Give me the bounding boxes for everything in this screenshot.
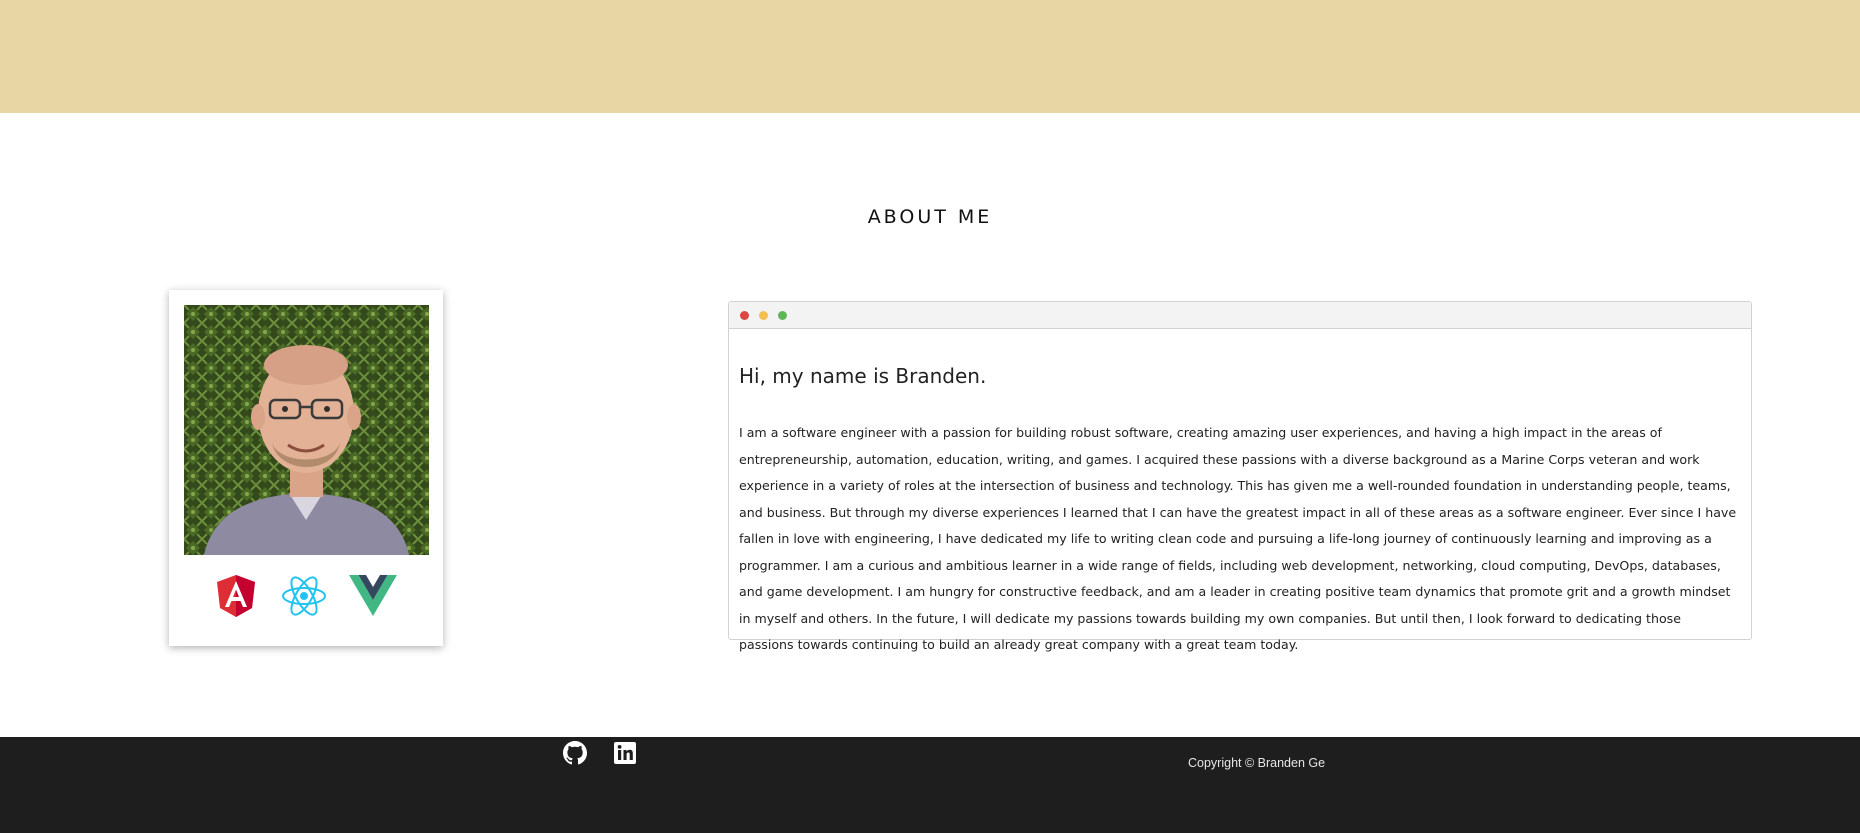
greeting-heading: Hi, my name is Branden.: [739, 364, 987, 388]
close-dot: [740, 311, 749, 320]
profile-card: [169, 290, 443, 646]
copyright-text: Copyright © Branden Ge: [1188, 756, 1326, 770]
vue-icon: [349, 574, 397, 620]
window-title-bar: [729, 302, 1751, 329]
maximize-dot: [778, 311, 787, 320]
section-title: ABOUT ME: [867, 206, 993, 228]
site-footer: Copyright © Branden Ge: [0, 737, 1860, 833]
linkedin-icon[interactable]: [613, 741, 637, 765]
bio-text: I am a software engineer with a passion …: [739, 425, 1737, 652]
about-window: Hi, my name is Branden. I am a software …: [728, 301, 1752, 652]
site-header: [0, 0, 1860, 113]
tech-icons: [169, 574, 443, 622]
react-icon: [280, 574, 328, 620]
profile-photo: [184, 305, 429, 555]
github-icon[interactable]: [563, 741, 587, 765]
angular-icon: [216, 574, 256, 620]
minimize-dot: [759, 311, 768, 320]
